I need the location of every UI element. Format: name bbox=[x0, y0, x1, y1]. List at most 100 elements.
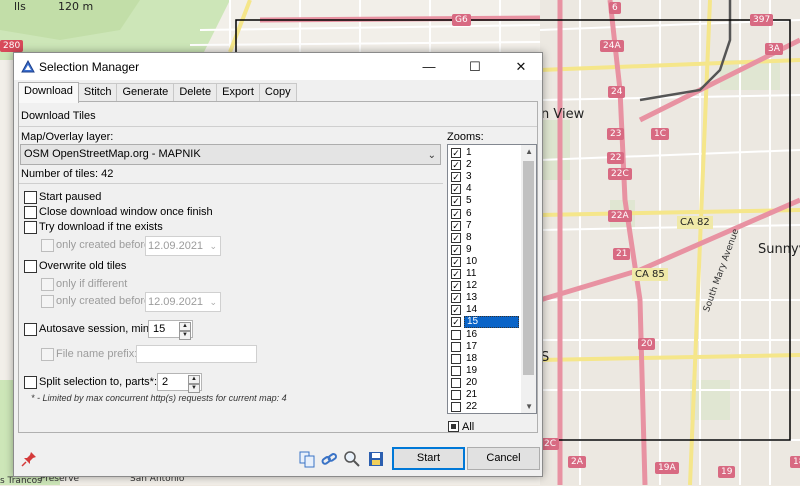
tab-copy[interactable]: Copy bbox=[258, 83, 297, 102]
zoom-item-14[interactable]: ✓ 14 bbox=[450, 304, 522, 316]
copy-icon[interactable] bbox=[298, 450, 316, 468]
zoom-item-15[interactable]: ✓ 15 bbox=[450, 316, 522, 329]
zoom-item-13[interactable]: ✓ 13 bbox=[450, 292, 522, 304]
zoom-checkbox[interactable]: ✓ bbox=[451, 256, 461, 267]
zoom-item-22[interactable]: 22 bbox=[450, 401, 522, 413]
zoom-item-9[interactable]: ✓ 9 bbox=[450, 244, 522, 256]
split-spinner[interactable]: 2 ▲ ▼ bbox=[157, 373, 202, 393]
zoom-icon[interactable] bbox=[343, 450, 361, 468]
zoom-checkbox[interactable] bbox=[451, 402, 461, 413]
zoom-checkbox[interactable]: ✓ bbox=[451, 293, 461, 304]
only-created-before-checkbox[interactable] bbox=[41, 239, 54, 252]
file-prefix-input[interactable] bbox=[136, 345, 257, 363]
zoom-item-19[interactable]: 19 bbox=[450, 365, 522, 377]
zoom-checkbox[interactable]: ✓ bbox=[451, 160, 461, 171]
start-paused-checkbox[interactable] bbox=[24, 191, 37, 204]
zoom-item-1[interactable]: ✓ 1 bbox=[450, 147, 522, 159]
zoom-item-8[interactable]: ✓ 8 bbox=[450, 232, 522, 244]
only-if-different-checkbox[interactable] bbox=[41, 278, 54, 291]
file-prefix-checkbox[interactable] bbox=[41, 348, 54, 361]
zoom-list[interactable]: ✓ 1 ✓ 2 ✓ 3 ✓ 4 ✓ 5 ✓ 6 ✓ 7 ✓ 8 ✓ 9 ✓ 10 ✓ 11 ✓ 12 ✓ 13 ✓ 14 ✓ 15 16 17… bbox=[447, 144, 537, 414]
zoom-item-6[interactable]: ✓ 6 bbox=[450, 208, 522, 220]
zoom-label: 7 bbox=[466, 219, 472, 231]
zoom-label: 21 bbox=[466, 389, 478, 400]
zoom-scrollbar[interactable]: ▲ ▼ bbox=[521, 145, 536, 413]
zoom-checkbox[interactable] bbox=[451, 353, 461, 364]
scroll-thumb[interactable] bbox=[523, 161, 534, 375]
start-paused-label: Start paused bbox=[39, 191, 102, 203]
minimize-button[interactable]: — bbox=[406, 53, 452, 80]
zoom-item-12[interactable]: ✓ 12 bbox=[450, 280, 522, 292]
zoom-checkbox[interactable]: ✓ bbox=[451, 184, 461, 195]
start-button[interactable]: Start bbox=[392, 447, 465, 470]
zoom-item-17[interactable]: 17 bbox=[450, 341, 522, 353]
tab-export[interactable]: Export bbox=[216, 83, 260, 102]
scroll-down-icon[interactable]: ▼ bbox=[525, 402, 533, 411]
zoom-checkbox[interactable]: ✓ bbox=[451, 148, 461, 158]
zoom-item-18[interactable]: 18 bbox=[450, 353, 522, 365]
zoom-item-2[interactable]: ✓ 2 bbox=[450, 159, 522, 171]
zoom-checkbox[interactable] bbox=[451, 365, 461, 376]
autosave-spinner-buttons[interactable]: ▲ ▼ bbox=[179, 322, 191, 340]
date-picker-2[interactable]: 12.09.2021 ⌄ bbox=[145, 292, 221, 312]
maximize-button[interactable]: ☐ bbox=[452, 53, 498, 80]
map-label-city-sunny: Sunnyv bbox=[758, 242, 800, 257]
zooms-label: Zooms: bbox=[447, 131, 484, 143]
pin-icon[interactable] bbox=[20, 450, 38, 468]
zoom-checkbox[interactable] bbox=[451, 329, 461, 340]
zoom-item-4[interactable]: ✓ 4 bbox=[450, 183, 522, 195]
zoom-item-3[interactable]: ✓ 3 bbox=[450, 171, 522, 183]
zoom-item-10[interactable]: ✓ 10 bbox=[450, 256, 522, 268]
close-window-checkbox[interactable] bbox=[24, 206, 37, 219]
try-download-checkbox[interactable] bbox=[24, 221, 37, 234]
only-created-before-label: only created before bbox=[56, 239, 151, 251]
map-label-lls: lls bbox=[14, 0, 26, 13]
zoom-checkbox[interactable]: ✓ bbox=[451, 220, 461, 231]
zoom-checkbox[interactable]: ✓ bbox=[451, 317, 461, 328]
map-road-ca85: CA 85 bbox=[632, 268, 668, 281]
zoom-label: 3 bbox=[466, 171, 472, 183]
overwrite-checkbox[interactable] bbox=[24, 260, 37, 273]
zoom-checkbox[interactable]: ✓ bbox=[451, 269, 461, 279]
zoom-label: 16 bbox=[466, 328, 478, 340]
zoom-checkbox[interactable]: ✓ bbox=[451, 281, 461, 292]
map-shield-2c: 2C bbox=[541, 438, 560, 450]
zoom-checkbox[interactable]: ✓ bbox=[451, 305, 461, 316]
zoom-label: 15 bbox=[464, 316, 519, 329]
tab-delete[interactable]: Delete bbox=[173, 83, 218, 102]
zoom-item-21[interactable]: 21 bbox=[450, 389, 522, 401]
date-picker-1[interactable]: 12.09.2021 ⌄ bbox=[145, 236, 221, 256]
zoom-checkbox[interactable]: ✓ bbox=[451, 232, 461, 243]
header-divider bbox=[19, 126, 537, 127]
all-checkbox[interactable] bbox=[448, 421, 459, 432]
zoom-checkbox[interactable] bbox=[451, 341, 461, 352]
zoom-checkbox[interactable]: ✓ bbox=[451, 172, 461, 183]
zoom-checkbox[interactable] bbox=[451, 377, 461, 388]
title-bar[interactable]: Selection Manager — ☐ ✕ bbox=[14, 53, 542, 80]
zoom-item-7[interactable]: ✓ 7 bbox=[450, 220, 522, 232]
link-icon[interactable] bbox=[320, 450, 338, 468]
zoom-item-16[interactable]: 16 bbox=[450, 329, 522, 341]
layer-select[interactable]: OSM OpenStreetMap.org - MAPNIK ⌄ bbox=[20, 144, 441, 165]
cancel-button[interactable]: Cancel bbox=[467, 447, 540, 470]
chevron-down-icon: ⌄ bbox=[209, 297, 217, 307]
zoom-checkbox[interactable]: ✓ bbox=[451, 196, 461, 207]
zoom-checkbox[interactable]: ✓ bbox=[451, 208, 461, 219]
scroll-up-icon[interactable]: ▲ bbox=[525, 147, 533, 156]
tab-download[interactable]: Download bbox=[18, 82, 79, 103]
zoom-label: 13 bbox=[466, 292, 478, 304]
zoom-item-20[interactable]: 20 bbox=[450, 377, 522, 389]
close-button[interactable]: ✕ bbox=[498, 53, 544, 80]
save-icon[interactable] bbox=[367, 450, 385, 468]
zoom-checkbox[interactable]: ✓ bbox=[451, 244, 461, 255]
zoom-item-11[interactable]: ✓ 11 bbox=[450, 268, 522, 280]
tab-generate[interactable]: Generate bbox=[116, 83, 175, 102]
only-created-before-2-checkbox[interactable] bbox=[41, 295, 54, 308]
split-checkbox[interactable] bbox=[24, 376, 37, 389]
split-spinner-buttons[interactable]: ▲ ▼ bbox=[188, 375, 200, 393]
zoom-checkbox[interactable] bbox=[451, 390, 461, 400]
tab-stitch[interactable]: Stitch bbox=[77, 83, 118, 102]
autosave-checkbox[interactable] bbox=[24, 323, 37, 336]
zoom-item-5[interactable]: ✓ 5 bbox=[450, 195, 522, 207]
autosave-spinner[interactable]: 15 ▲ ▼ bbox=[148, 320, 193, 340]
